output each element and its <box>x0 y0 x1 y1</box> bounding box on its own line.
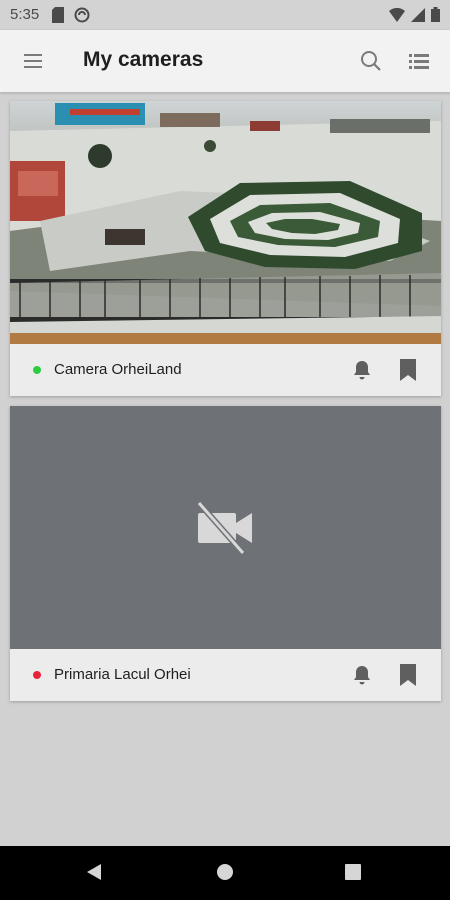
status-notification-icons <box>52 7 90 23</box>
camera-thumbnail-offline[interactable] <box>10 406 441 649</box>
camera-card[interactable]: Camera OrheiLand <box>10 101 441 396</box>
search-icon <box>361 51 381 71</box>
bookmark-button[interactable] <box>399 663 417 687</box>
status-bar: 5:35 <box>0 0 450 30</box>
offline-status-indicator <box>33 671 41 679</box>
app-bar: My cameras <box>0 30 450 92</box>
hamburger-menu-icon <box>24 54 42 68</box>
list-view-icon <box>409 54 429 69</box>
wifi-icon <box>389 7 405 22</box>
status-time: 5:35 <box>10 6 40 23</box>
search-button[interactable] <box>359 49 383 73</box>
camera-card[interactable]: Primaria Lacul Orhei <box>10 406 441 701</box>
system-navigation-bar <box>0 846 450 900</box>
notifications-button[interactable] <box>351 664 373 686</box>
page-title: My cameras <box>83 48 204 71</box>
bookmark-icon <box>400 359 416 381</box>
camera-snapshot-image <box>10 101 441 344</box>
video-off-icon <box>196 501 252 555</box>
sync-icon <box>74 7 90 23</box>
recents-icon[interactable] <box>345 864 361 880</box>
status-system-icons <box>389 7 440 22</box>
bookmark-button[interactable] <box>399 358 417 382</box>
camera-name: Primaria Lacul Orhei <box>54 666 191 683</box>
menu-button[interactable] <box>22 51 44 71</box>
bell-icon <box>354 361 370 380</box>
camera-name: Camera OrheiLand <box>54 361 182 378</box>
camera-footer: Primaria Lacul Orhei <box>10 649 441 701</box>
bookmark-icon <box>400 664 416 686</box>
signal-icon <box>411 7 425 22</box>
sd-card-icon <box>52 7 64 23</box>
camera-footer: Camera OrheiLand <box>10 344 441 396</box>
list-view-button[interactable] <box>407 50 431 72</box>
online-status-indicator <box>33 366 41 374</box>
notifications-button[interactable] <box>351 359 373 381</box>
bell-icon <box>354 666 370 685</box>
home-icon[interactable] <box>216 863 234 881</box>
back-icon[interactable] <box>85 862 103 882</box>
battery-icon <box>431 7 440 22</box>
camera-thumbnail[interactable] <box>10 101 441 344</box>
